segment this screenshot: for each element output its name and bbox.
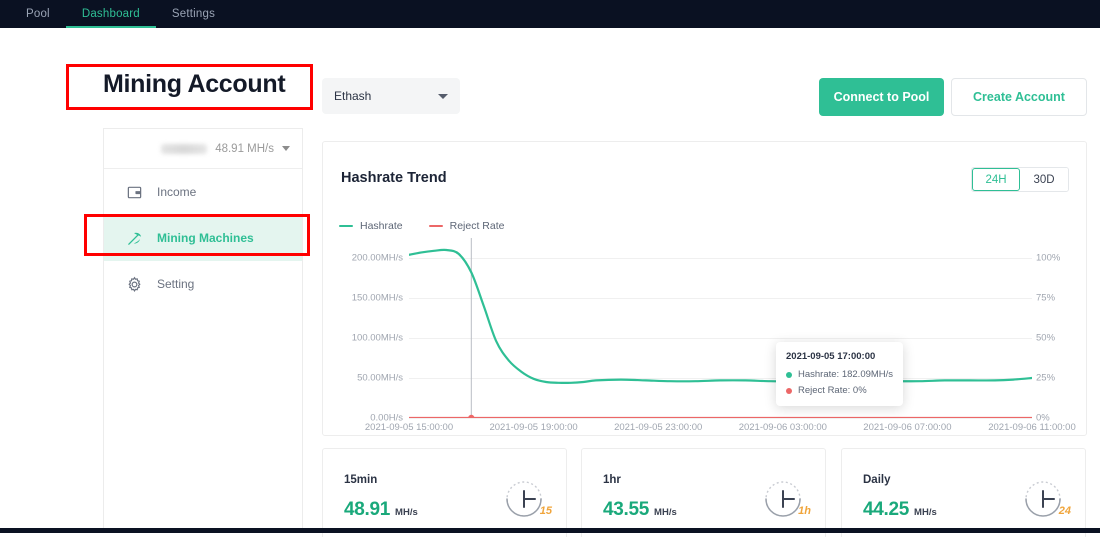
- app-root: Pool Dashboard Settings Mining Account 4…: [0, 0, 1100, 537]
- stat-card-label: 15min: [344, 474, 378, 486]
- legend-label-hashrate: Hashrate: [360, 220, 403, 232]
- wallet-icon: [126, 184, 143, 201]
- sidebar-item-mining-machines[interactable]: Mining Machines: [104, 215, 302, 261]
- chart-tooltip: 2021-09-05 17:00:00 Hashrate: 182.09MH/s…: [776, 342, 903, 406]
- nav-item-settings-label: Settings: [171, 8, 216, 20]
- chart-plot-area: 0.00H/s 0% 50.00MH/s 25% 100.00MH/s 50% 150.00…: [339, 238, 1076, 433]
- sidebar-item-setting-label: Setting: [157, 277, 195, 291]
- stat-card-label: 1hr: [603, 474, 621, 486]
- account-name-redacted: [161, 143, 208, 154]
- stat-card-15min: 15min 48.91 MH/s 15: [322, 448, 567, 537]
- chart-gridline: [409, 418, 1032, 419]
- tooltip-row-hashrate: Hashrate: 182.09MH/s: [786, 369, 893, 380]
- stat-card-value: 43.55: [603, 499, 650, 520]
- chart-y2-tick-label: 100%: [1036, 252, 1061, 264]
- legend-swatch-hashrate: [339, 224, 353, 228]
- nav-item-pool-label: Pool: [26, 8, 50, 20]
- stat-card-unit: MH/s: [654, 507, 677, 518]
- connect-to-pool-button[interactable]: Connect to Pool: [819, 78, 944, 116]
- nav-item-pool[interactable]: Pool: [10, 0, 66, 28]
- stat-card-value-group: 43.55 MH/s: [603, 499, 677, 521]
- chart-y2-tick-label: 50%: [1036, 332, 1056, 344]
- stat-card-label: Daily: [863, 474, 891, 486]
- tooltip-label-reject-rate: Reject Rate: 0%: [798, 385, 867, 396]
- page-title: Mining Account: [103, 70, 286, 98]
- tooltip-label-hashrate: Hashrate: 182.09MH/s: [798, 369, 894, 380]
- stat-card-1hr: 1hr 43.55 MH/s 1h: [581, 448, 826, 537]
- tooltip-row-reject-rate: Reject Rate: 0%: [786, 385, 893, 396]
- footer-bar: [0, 528, 1100, 533]
- chart-x-tick-label: 2021-09-05 15:00:00: [364, 422, 454, 433]
- chart-y2-tick-label: 25%: [1036, 372, 1056, 384]
- chart-x-tick-label: 2021-09-05 23:00:00: [614, 422, 703, 433]
- range-button-24h[interactable]: 24H: [972, 168, 1020, 191]
- sidebar-item-income[interactable]: Income: [104, 169, 302, 215]
- gear-icon: [126, 276, 143, 293]
- nav-item-dashboard[interactable]: Dashboard: [65, 0, 156, 28]
- nav-item-dashboard-label: Dashboard: [81, 8, 140, 20]
- chart-y2-tick-label: 75%: [1036, 292, 1056, 304]
- time-range-toggle: 24H 30D: [971, 167, 1069, 192]
- chart-x-tick-label: 2021-09-06 07:00:00: [863, 422, 952, 433]
- page-content: Mining Account 48.91 MH/s Income Mining …: [0, 28, 1100, 537]
- chart-y-tick-label: 100.00MH/s: [351, 332, 403, 344]
- chevron-down-icon: [282, 146, 290, 151]
- chart-series-canvas: [409, 238, 1032, 418]
- algorithm-select-value: Ethash: [334, 89, 372, 103]
- algorithm-select[interactable]: Ethash: [322, 78, 460, 114]
- sidebar-item-income-label: Income: [157, 185, 197, 199]
- chart-title: Hashrate Trend: [341, 170, 447, 186]
- legend-item-hashrate[interactable]: Hashrate: [339, 220, 403, 232]
- top-navigation-bar: Pool Dashboard Settings: [0, 0, 1100, 28]
- chart-legend: Hashrate Reject Rate: [339, 220, 504, 232]
- account-hashrate-label: 48.91 MH/s: [215, 142, 274, 155]
- chart-y-tick-label: 50.00MH/s: [357, 372, 403, 384]
- chart-x-tick-label: 2021-09-06 03:00:00: [738, 422, 827, 433]
- stat-card-badge: 15: [539, 505, 552, 517]
- stat-card-unit: MH/s: [914, 507, 937, 518]
- chart-y-tick-label: 150.00MH/s: [351, 292, 403, 304]
- chevron-down-icon: [438, 93, 448, 99]
- stat-card-value-group: 44.25 MH/s: [863, 499, 937, 521]
- account-sidebar: 48.91 MH/s Income Mining Machines Settin…: [103, 128, 303, 533]
- chart-y-tick-label: 200.00MH/s: [351, 252, 403, 264]
- stat-card-badge: 24: [1058, 505, 1071, 517]
- sidebar-item-setting[interactable]: Setting: [104, 261, 302, 307]
- create-account-button[interactable]: Create Account: [951, 78, 1087, 116]
- dashboard-toolbar: Ethash Connect to Pool Create Account: [322, 78, 1087, 118]
- account-selector[interactable]: 48.91 MH/s: [104, 129, 302, 169]
- stat-card-badge: 1h: [798, 505, 811, 517]
- tooltip-timestamp: 2021-09-05 17:00:00: [786, 351, 876, 362]
- chart-x-tick-label: 2021-09-05 19:00:00: [489, 422, 578, 433]
- stat-card-value: 44.25: [863, 499, 910, 520]
- legend-item-reject-rate[interactable]: Reject Rate: [428, 220, 505, 232]
- tooltip-dot-reject-rate: [786, 387, 792, 394]
- stat-card-value-group: 48.91 MH/s: [344, 499, 418, 521]
- stat-card-value: 48.91: [344, 499, 391, 520]
- hashrate-trend-card: Hashrate Trend 24H 30D Hashrate Reject R…: [322, 141, 1087, 436]
- stat-card-unit: MH/s: [395, 507, 418, 518]
- nav-item-settings[interactable]: Settings: [156, 0, 231, 28]
- tooltip-dot-hashrate: [786, 371, 792, 378]
- stat-card-daily: Daily 44.25 MH/s 24: [841, 448, 1086, 537]
- sidebar-item-mining-machines-label: Mining Machines: [157, 231, 254, 245]
- legend-label-reject-rate: Reject Rate: [449, 220, 505, 232]
- legend-swatch-reject-rate: [428, 224, 443, 228]
- range-button-30d[interactable]: 30D: [1020, 168, 1068, 191]
- pickaxe-icon: [126, 230, 143, 247]
- chart-x-tick-label: 2021-09-06 11:00:00: [988, 422, 1076, 433]
